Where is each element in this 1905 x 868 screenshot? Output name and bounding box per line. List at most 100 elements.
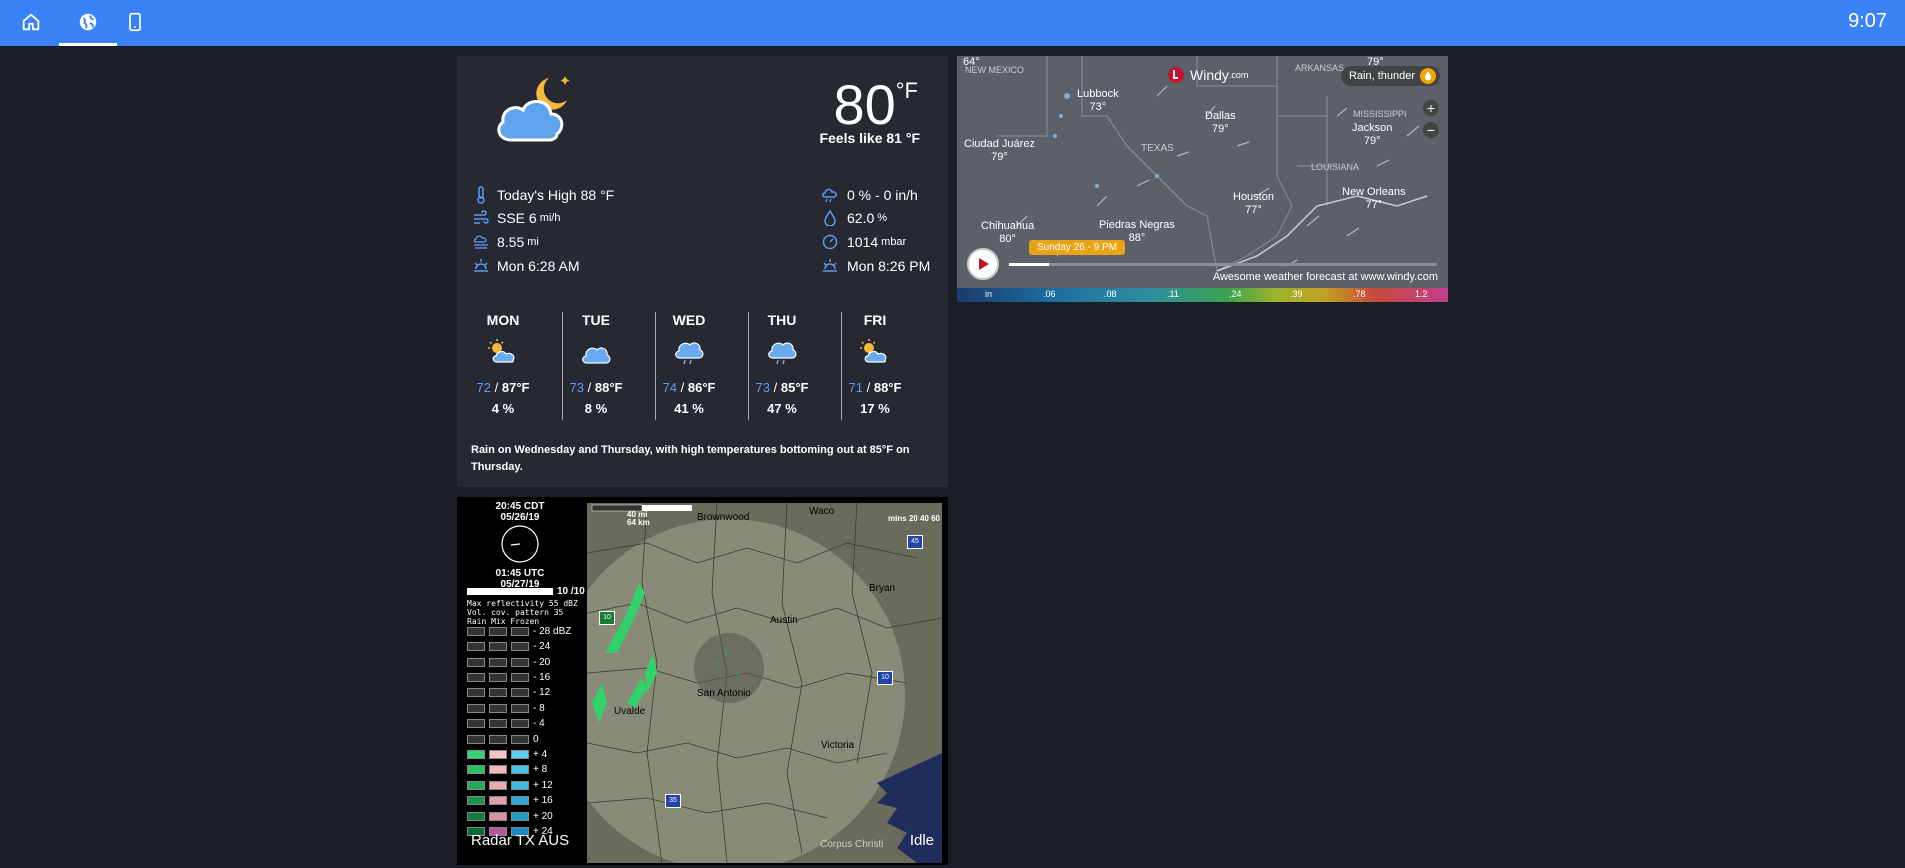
radar-time-block: 20:45 CDT 05/26/19 01:45 UTC 05/27/19 [457,501,583,590]
legend-swatch [511,672,529,682]
city-name: New Orleans [1342,186,1406,198]
legend-label: + 20 [533,810,553,822]
legend-row: + 20 [467,810,553,822]
legend-swatch [467,795,485,805]
forecast-low: 74 [662,380,677,395]
gauge-icon [822,234,838,250]
city-name: Piedras Negras [1099,219,1175,231]
city-temp: 79° [991,151,1008,163]
clock-icon [501,525,539,563]
zoom-in-button[interactable]: + [1423,100,1439,116]
forecast-low: 73 [569,380,584,395]
timeline-progress [1009,263,1049,266]
legend-label: - 28 dBZ [533,625,572,637]
forecast-separator: / [587,380,592,395]
legend-row: - 12 [467,687,550,698]
droplet-icon [824,210,836,226]
legend-swatch [467,626,485,636]
scale-label: 1.2 [1415,289,1428,299]
forecast-day: TUE 73 / 88°F 8 % [550,312,642,416]
forecast-precip-chance: 47 % [767,401,797,416]
scale-label: .06 [1043,289,1056,299]
city-name: Dallas [1205,110,1236,122]
layer-label: Rain, thunder [1348,70,1415,82]
forecast-high: 86°F [687,380,716,395]
wind-unit: mi/h [539,212,561,224]
map-place-label: Corpus Christi [820,839,884,850]
legend-swatch [489,657,507,667]
map-place-label: San Antonio [697,688,751,699]
legend-label: - 16 [533,671,551,683]
zoom-out-button[interactable]: − [1423,122,1439,138]
legend-swatch [511,703,529,713]
legend-swatch [511,687,529,697]
legend-swatch [489,780,507,790]
pressure-value: 1014 [847,234,879,250]
scale-label: .11 [1167,289,1179,299]
legend-swatch [511,795,529,805]
fog-icon [473,235,488,249]
play-button[interactable] [967,248,999,280]
nav-home-button[interactable] [2,0,60,44]
legend-row: + 8 [467,763,548,775]
legend-swatch [467,811,485,821]
forecast-separator: / [866,380,871,395]
layer-picker[interactable]: Rain, thunder [1340,66,1440,86]
wind-value: SSE 6 [497,210,537,226]
legend-swatch [511,657,529,667]
forecast-temps: 71 / 88°F [829,380,921,395]
legend-row: - 8 [467,703,545,714]
city-name: Jackson [1352,122,1393,134]
highway-shield: 10 [599,611,615,625]
forecast-precip-chance: 17 % [860,401,890,416]
forecast-separator: / [680,380,685,395]
scale-label: .78 [1353,289,1366,299]
forecast-summary: Rain on Wednesday and Thursday, with hig… [471,444,910,473]
forecast-temps: 73 / 88°F [550,380,642,395]
city-temp: 77° [1365,199,1383,211]
mins-scale: mins 20 40 60 [887,514,940,523]
legend-swatch [467,672,485,682]
legend-swatch [467,657,485,667]
forecast-day-name: MON [486,312,520,328]
scale-label: .39 [1290,289,1303,299]
legend-row: - 16 [467,671,551,683]
legend-swatch [511,641,529,651]
legend-row: + 12 [467,780,553,791]
highway-shield: 35 [665,794,681,808]
nav-tablet-button[interactable] [106,0,164,44]
forecast-high: 88°F [594,380,623,395]
map-city-label: Ciudad Juárez 79° [964,138,1035,164]
temperature-value: 80 [833,73,896,136]
legend-label: + 8 [533,763,548,775]
precip-scale-labels: in .06 .08 .11 .24 .39 .78 1.2 [957,289,1448,302]
cloudy-night-icon [491,66,581,151]
precip-value: 0 % - 0 in/h [847,187,918,203]
legend-row: - 4 [467,718,545,729]
windy-map-widget[interactable]: 64° NEW MEXICO ARKANSAS 79° Windy .com R… [957,56,1448,302]
humidity-value: 62.0 [847,210,875,226]
legend-swatch [489,703,507,713]
legend-row: - 20 [467,657,550,668]
map-place-label: Victoria [821,740,855,751]
scale-km: 64 km [627,518,650,527]
windy-brand: Windy [1190,67,1229,83]
radar-widget[interactable]: 20:45 CDT 05/26/19 01:45 UTC 05/27/19 10… [457,497,948,865]
legend-swatch [467,641,485,651]
rain-cloud-icon [822,188,837,203]
forecast-precip-chance: 41 % [674,401,704,416]
city-name: Chihuahua [981,220,1035,232]
forecast-day: MON 72 / 87°F 4 % [457,312,549,416]
map-region-label: ARKANSAS [1295,63,1345,73]
legend-row: 0 [467,734,539,745]
map-city-label: Jackson 79° [1352,122,1392,148]
legend-swatch [489,764,507,774]
legend-label: + 4 [533,748,548,760]
windy-footer: Awesome weather forecast at www.windy.co… [1212,271,1438,283]
sunrise-value: Mon 6:28 AM [497,258,580,274]
city-temp: 80° [999,233,1016,245]
city-temp: 79° [1363,135,1381,147]
radar-info-line: Vol. cov. pattern 35 [467,608,564,617]
visibility-unit: mi [527,236,539,248]
timeline-track[interactable] [1009,263,1437,266]
